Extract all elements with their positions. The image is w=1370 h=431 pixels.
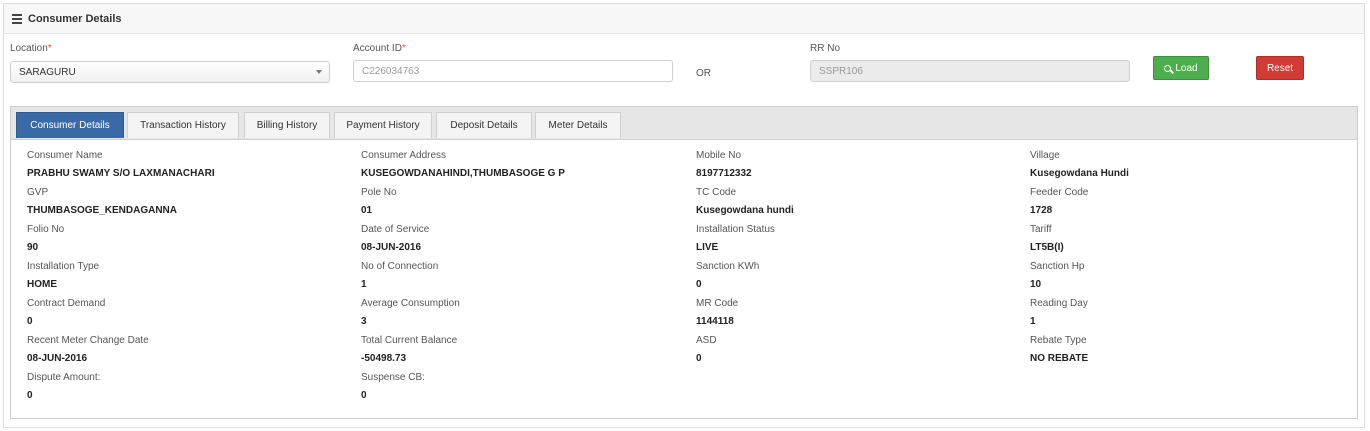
location-select-value: SARAGURU <box>19 66 76 78</box>
reading-day-value: 1 <box>1030 316 1036 327</box>
location-select[interactable]: SARAGURU <box>10 61 330 83</box>
mobile-no-label: Mobile No <box>696 150 742 161</box>
location-label: Location* <box>10 43 52 54</box>
consumer-address-value: KUSEGOWDANAHINDI,THUMBASOGE G P <box>361 168 565 179</box>
mr-code-value: 1144118 <box>696 316 734 327</box>
reset-button-label: Reset <box>1266 62 1294 74</box>
load-button-label: Load <box>1175 62 1198 74</box>
dispute-amount-label: Dispute Amount: <box>27 372 101 383</box>
mobile-no-value: 8197712332 <box>696 168 752 179</box>
recent-meter-change-date-value: 08-JUN-2016 <box>27 353 88 364</box>
tc-code-value: Kusegowdana hundi <box>696 205 794 216</box>
hamburger-menu-icon[interactable] <box>12 12 22 26</box>
total-current-balance-label: Total Current Balance <box>361 335 458 346</box>
chevron-down-icon <box>316 70 322 74</box>
search-icon <box>1164 64 1172 72</box>
panel-header: Consumer Details <box>4 4 1364 34</box>
tariff-value: LT5B(I) <box>1030 242 1064 253</box>
mr-code-label: MR Code <box>696 298 739 309</box>
average-consumption-label: Average Consumption <box>361 298 460 309</box>
suspense-cb-value: 0 <box>361 390 367 401</box>
folio-no-value: 90 <box>27 242 39 253</box>
sanction-hp-label: Sanction Hp <box>1030 261 1085 272</box>
installation-type-value: HOME <box>27 279 57 290</box>
installation-status-label: Installation Status <box>696 224 775 235</box>
panel-title: Consumer Details <box>28 12 122 25</box>
account-id-input[interactable]: C226034763 <box>353 60 673 82</box>
folio-no-label: Folio No <box>27 224 65 235</box>
sanction-kwh-value: 0 <box>696 279 702 290</box>
average-consumption-value: 3 <box>361 316 367 327</box>
recent-meter-change-date-label: Recent Meter Change Date <box>27 335 149 346</box>
tab-meter-details[interactable]: Meter Details <box>535 112 621 138</box>
contract-demand-value: 0 <box>27 316 33 327</box>
asd-value: 0 <box>696 353 702 364</box>
load-button[interactable]: Load <box>1153 56 1209 80</box>
rr-no-value: SSPR106 <box>819 65 863 77</box>
tariff-label: Tariff <box>1030 224 1052 235</box>
reading-day-label: Reading Day <box>1030 298 1088 309</box>
reset-button[interactable]: Reset <box>1256 56 1304 80</box>
consumer-name-label: Consumer Name <box>27 150 103 161</box>
installation-status-value: LIVE <box>696 242 719 253</box>
rebate-type-label: Rebate Type <box>1030 335 1087 346</box>
installation-type-label: Installation Type <box>27 261 100 272</box>
sanction-kwh-label: Sanction KWh <box>696 261 760 272</box>
feeder-code-value: 1728 <box>1030 205 1053 216</box>
consumer-name-value: PRABHU SWAMY S/O LAXMANACHARI <box>27 168 215 179</box>
contract-demand-label: Contract Demand <box>27 298 106 309</box>
details-tab-container: Consumer Details Transaction History Bil… <box>10 106 1358 419</box>
village-value: Kusegowdana Hundi <box>1030 168 1129 179</box>
village-label: Village <box>1030 150 1060 161</box>
tab-strip: Consumer Details Transaction History Bil… <box>11 107 1357 140</box>
total-current-balance-value: -50498.73 <box>361 353 407 364</box>
suspense-cb-label: Suspense CB: <box>361 372 425 383</box>
dispute-amount-value: 0 <box>27 390 33 401</box>
rr-no-input[interactable]: SSPR106 <box>810 60 1130 82</box>
date-of-service-value: 08-JUN-2016 <box>361 242 422 253</box>
date-of-service-label: Date of Service <box>361 224 430 235</box>
tc-code-label: TC Code <box>696 187 737 198</box>
rebate-type-value: NO REBATE <box>1030 353 1089 364</box>
gvp-label: GVP <box>27 187 49 198</box>
tab-payment-history[interactable]: Payment History <box>334 112 432 138</box>
rr-no-label: RR No <box>810 43 841 54</box>
pole-no-value: 01 <box>361 205 373 216</box>
tab-deposit-details[interactable]: Deposit Details <box>436 112 532 138</box>
account-id-value: C226034763 <box>362 65 420 77</box>
no-of-connection-label: No of Connection <box>361 261 439 272</box>
account-id-label: Account ID* <box>353 43 406 54</box>
consumer-address-label: Consumer Address <box>361 150 447 161</box>
sanction-hp-value: 10 <box>1030 279 1042 290</box>
gvp-value: THUMBASOGE_KENDAGANNA <box>27 205 178 216</box>
tab-consumer-details[interactable]: Consumer Details <box>16 112 124 138</box>
feeder-code-label: Feeder Code <box>1030 187 1089 198</box>
asd-label: ASD <box>696 335 717 346</box>
tab-transaction-history[interactable]: Transaction History <box>127 112 239 138</box>
or-text: OR <box>696 68 711 79</box>
tab-billing-history[interactable]: Billing History <box>244 112 330 138</box>
no-of-connection-value: 1 <box>361 279 367 290</box>
pole-no-label: Pole No <box>361 187 397 198</box>
